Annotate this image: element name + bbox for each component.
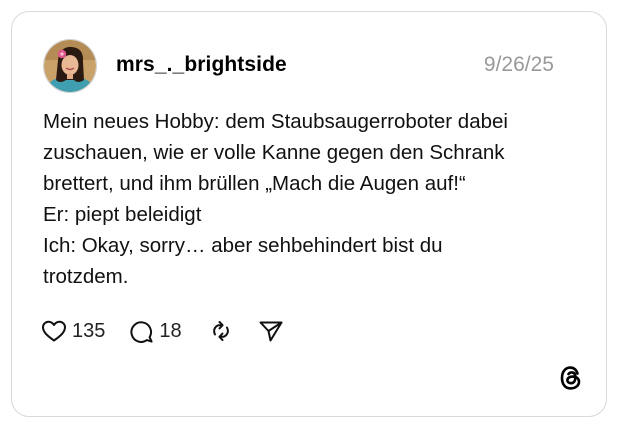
share-button[interactable] [258,319,284,343]
reply-count: 18 [159,319,182,342]
paper-plane-icon [259,321,283,342]
reply-button[interactable]: 18 [129,319,182,344]
avatar[interactable] [43,39,97,93]
username[interactable]: mrs_._brightside [116,53,287,77]
repost-button[interactable] [209,319,233,343]
heart-icon [42,320,66,342]
post-text-line: Ich: Okay, sorry… aber sehbehindert bist… [43,234,443,257]
like-count: 135 [72,319,106,342]
post-text-line: Er: piept beleidigt [43,203,202,226]
speech-bubble-icon [130,320,153,343]
like-button[interactable]: 135 [41,319,105,343]
post-text-line: brettert, und ihm brüllen „Mach die Auge… [43,172,466,195]
post-card: mrs_._brightside 9/26/25 Mein neues Hobb… [11,11,607,417]
post-text-line: zuschauen, wie er volle Kanne gegen den … [43,141,505,164]
threads-logo-shape [560,366,581,390]
post-date: 9/26/25 [483,53,554,76]
repost-icon [212,321,229,341]
avatar-image [44,40,96,92]
post-actions: 135 18 [41,316,284,346]
post-text-line: Mein neues Hobby: dem Staubsaugerroboter… [43,110,508,133]
post-text: Mein neues Hobby: dem Staubsaugerroboter… [43,106,583,292]
post-text-line: trotzdem. [43,265,129,288]
threads-logo-icon [557,364,585,392]
